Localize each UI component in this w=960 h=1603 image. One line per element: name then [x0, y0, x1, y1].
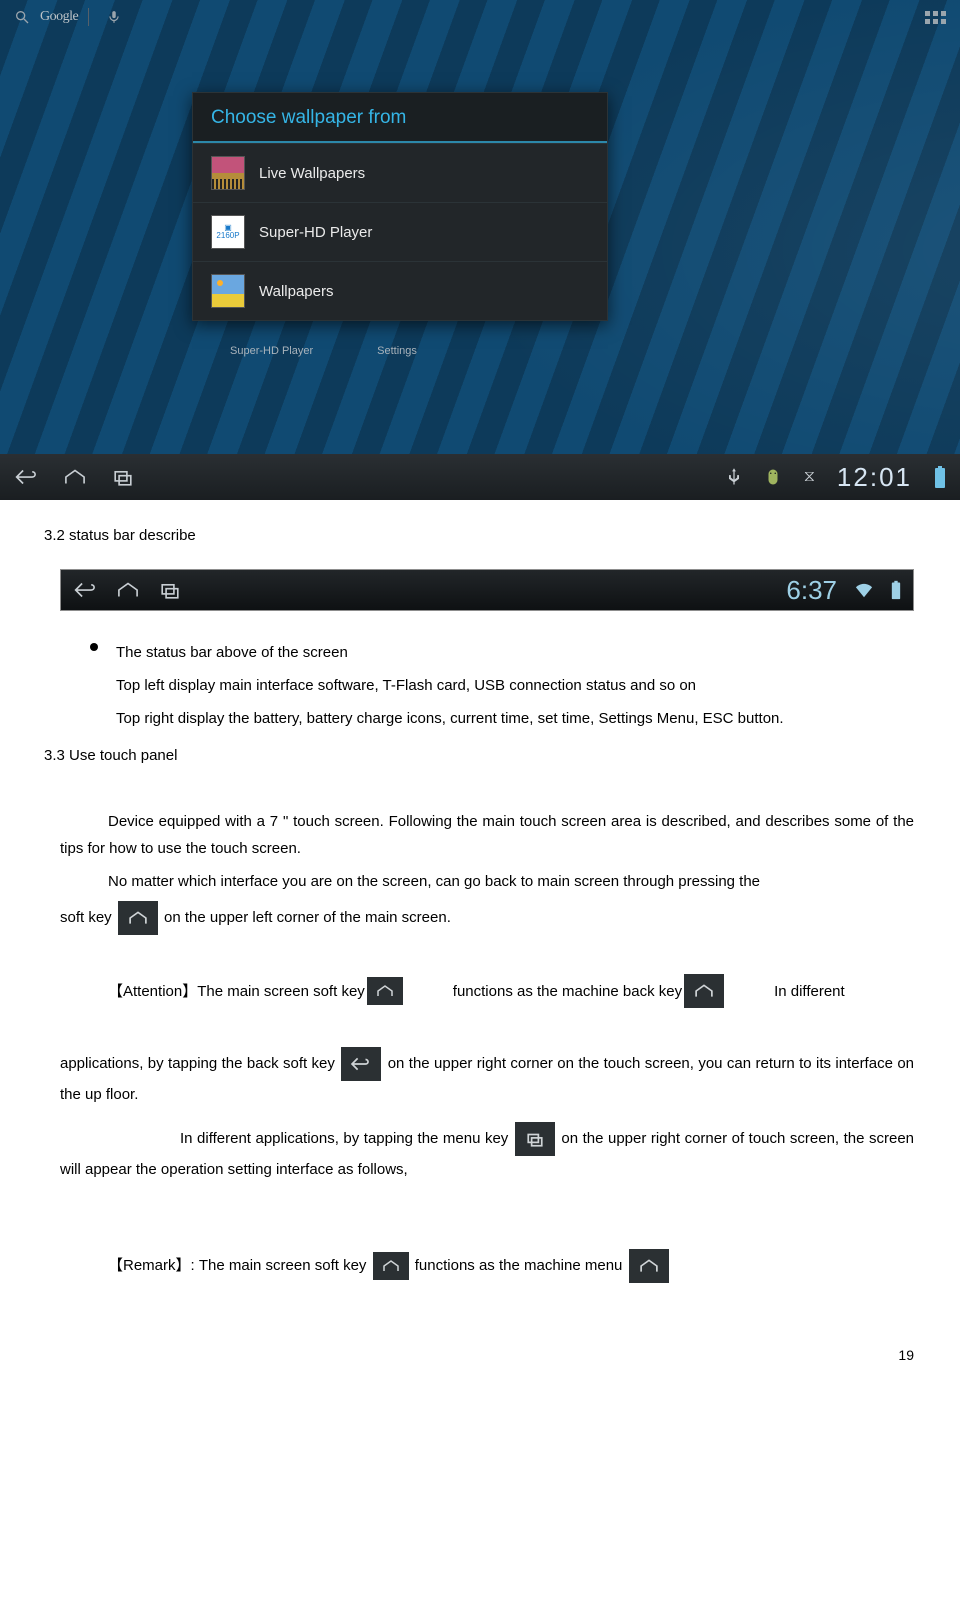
back-key-paragraph: applications, by tapping the back soft k… [60, 1047, 914, 1108]
home-softkey-icon [629, 1249, 669, 1283]
desktop-label: Settings [377, 345, 417, 357]
live-wallpapers-icon [211, 156, 245, 190]
text: In different [726, 978, 845, 1005]
recents-icon[interactable] [110, 466, 136, 488]
desktop-app-labels: Super-HD Player Settings [230, 345, 417, 357]
document-body: 3.2 status bar describe 6:37 The status … [0, 500, 960, 1408]
tablet-screenshot: Google Choose wallpaper from Live Wallpa… [0, 0, 960, 500]
heading-3-3: 3.3 Use touch panel [44, 742, 914, 769]
home-softkey-icon [373, 1252, 409, 1280]
bullet-item: The status bar above of the screen Top l… [90, 633, 914, 738]
navbar-clock: 12:01 [837, 462, 912, 493]
back-softkey-icon [341, 1047, 381, 1081]
usb-icon [726, 467, 742, 487]
status-bar-example: 6:37 [60, 569, 914, 611]
paragraph: No matter which interface you are on the… [60, 868, 914, 895]
bullet-line: Top right display the battery, battery c… [116, 705, 784, 732]
home-softkey-icon [118, 901, 158, 935]
divider [88, 8, 89, 26]
menu-key-paragraph: In different applications, by tapping th… [60, 1122, 914, 1183]
android-nav-bar: ⧖ 12:01 [0, 454, 960, 500]
text: 【Remark】: The main screen soft key [108, 1257, 371, 1274]
tablet-top-bar: Google [0, 0, 960, 34]
dialog-option-label: Wallpapers [259, 283, 333, 300]
heading-3-2: 3.2 status bar describe [44, 522, 914, 549]
back-icon[interactable] [73, 579, 99, 601]
bullet-title: The status bar above of the screen [116, 639, 784, 666]
dialog-option-label: Super-HD Player [259, 224, 372, 241]
page-number: 19 [60, 1343, 914, 1368]
status-bar-clock: 6:37 [786, 567, 837, 614]
dialog-option-wallpapers[interactable]: Wallpapers [193, 261, 607, 320]
text: on the upper left corner of the main scr… [164, 909, 451, 926]
bluetooth-icon: ⧖ [804, 468, 815, 486]
bullet-dot-icon [90, 643, 98, 651]
text: applications, by tapping the back soft k… [60, 1055, 339, 1072]
dialog-option-super-hd-player[interactable]: ▣2160P Super-HD Player [193, 202, 607, 261]
android-debug-icon [764, 467, 782, 487]
battery-icon [934, 466, 946, 488]
text: 【Attention】The main screen soft key [60, 978, 365, 1005]
desktop-label: Super-HD Player [230, 345, 313, 357]
recents-softkey-icon [515, 1122, 555, 1156]
wallpaper-chooser-dialog: Choose wallpaper from Live Wallpapers ▣2… [192, 92, 608, 321]
text: functions as the machine menu [415, 1257, 623, 1274]
apps-grid-icon[interactable] [925, 11, 946, 24]
remark-line: 【Remark】: The main screen soft key funct… [60, 1249, 914, 1283]
search-icon[interactable] [14, 9, 30, 25]
dialog-title: Choose wallpaper from [193, 93, 607, 143]
text: functions as the machine back key [405, 978, 682, 1005]
google-search-label[interactable]: Google [40, 9, 78, 25]
home-softkey-icon [684, 974, 724, 1008]
home-icon[interactable] [62, 466, 88, 488]
paragraph: Device equipped with a 7 " touch screen.… [60, 808, 914, 862]
super-hd-player-icon: ▣2160P [211, 215, 245, 249]
back-icon[interactable] [14, 466, 40, 488]
battery-icon [891, 580, 901, 600]
attention-line: 【Attention】The main screen soft key func… [60, 974, 914, 1008]
text: In different applications, by tapping th… [180, 1130, 513, 1147]
home-softkey-icon [367, 977, 403, 1005]
recents-icon[interactable] [157, 579, 183, 601]
paragraph-with-key: soft key on the upper left corner of the… [60, 901, 914, 935]
wallpapers-icon [211, 274, 245, 308]
home-icon[interactable] [115, 579, 141, 601]
dialog-option-label: Live Wallpapers [259, 165, 365, 182]
text: soft key [60, 909, 116, 926]
wifi-icon [853, 581, 875, 599]
dialog-option-live-wallpapers[interactable]: Live Wallpapers [193, 143, 607, 202]
bullet-line: Top left display main interface software… [116, 672, 784, 699]
mic-icon[interactable] [107, 8, 121, 26]
